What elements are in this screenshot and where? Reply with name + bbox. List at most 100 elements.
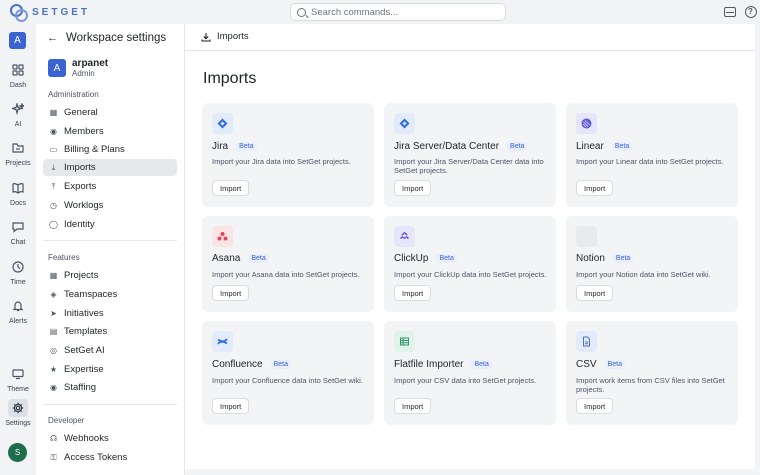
beta-badge: Beta	[507, 142, 528, 151]
search-icon	[297, 7, 306, 17]
upload-icon: ⤒	[51, 181, 56, 191]
import-button[interactable]: Import	[212, 285, 250, 301]
settings-sidebar: ← Workspace settings A arpanet Admin Adm…	[36, 24, 185, 475]
sidebar-item-templates[interactable]: ▤ Templates	[43, 323, 177, 340]
workspace-avatar[interactable]: A	[9, 32, 26, 49]
main-content: Imports Imports Jira Beta Import your Jir…	[185, 24, 755, 469]
sidebar-item-label: Access Tokens	[64, 452, 128, 463]
rail-label: Docs	[10, 200, 26, 207]
card-description: Import your Notion data into SetGet wiki…	[576, 270, 711, 279]
import-card-asana: Asana Beta Import your Asana data into Se…	[202, 216, 374, 312]
sidebar-item-label: Templates	[64, 326, 108, 337]
sidebar-item-projects[interactable]: ▦ Projects	[43, 267, 177, 284]
rail-item-time[interactable]: Time	[0, 258, 36, 286]
rail-item-chat[interactable]: Chat	[0, 218, 36, 246]
sidebar-item-staffing[interactable]: ◉ Staffing	[43, 379, 177, 396]
import-card-jira-server: Jira Server/Data Center Beta Import your …	[384, 103, 556, 207]
help-button[interactable]: ?	[744, 5, 757, 18]
workspace-info: A arpanet Admin	[48, 58, 108, 78]
rail-item-alerts[interactable]: Alerts	[0, 297, 36, 325]
card-description: Import your Confluence data into SetGet …	[212, 376, 363, 385]
ai-icon: ◎	[50, 346, 57, 355]
workspace-avatar: A	[48, 59, 66, 77]
import-button[interactable]: Import	[576, 285, 614, 301]
rail-item-settings[interactable]: Settings	[0, 399, 36, 427]
back-arrow-icon[interactable]: ←	[47, 32, 58, 44]
card-title: Flatfile Importer	[394, 359, 464, 370]
rail-label: Theme	[7, 386, 29, 393]
sidebar-item-members[interactable]: ◉ Members	[43, 123, 177, 140]
import-button[interactable]: Import	[394, 180, 432, 196]
clock-icon	[12, 261, 24, 273]
section-label-features: Features	[48, 253, 80, 262]
book-icon	[12, 183, 24, 194]
rail-item-docs[interactable]: Docs	[0, 179, 36, 207]
sidebar-item-exports[interactable]: ⤒ Exports	[43, 178, 177, 195]
sidebar-item-identity[interactable]: ◯ Identity	[43, 216, 177, 233]
rail-item-ai[interactable]: AI	[0, 100, 36, 128]
rail-item-projects[interactable]: Projects	[0, 139, 36, 167]
download-icon	[201, 32, 211, 42]
import-button[interactable]: Import	[212, 398, 250, 414]
sidebar-item-label: Imports	[64, 162, 96, 173]
card-description: Import your Asana data into SetGet proje…	[212, 270, 360, 279]
card-description: Import your Linear data into SetGet proj…	[576, 157, 724, 166]
rail-label: AI	[14, 121, 22, 128]
sidebar-item-initiatives[interactable]: ➤ Initiatives	[43, 305, 177, 322]
sidebar-item-label: Staffing	[64, 382, 97, 393]
sidebar-item-teamspaces[interactable]: ◈ Teamspaces	[43, 286, 177, 303]
card-description: Import your Jira data into SetGet projec…	[212, 157, 351, 166]
sidebar-item-label: SetGet AI	[64, 345, 105, 356]
import-button[interactable]: Import	[212, 180, 250, 196]
import-button[interactable]: Import	[576, 180, 614, 196]
sidebar-item-webhooks[interactable]: ☊ Webhooks	[43, 430, 177, 447]
page-title: Imports	[203, 70, 257, 87]
rail-item-theme[interactable]: Theme	[0, 365, 36, 393]
rail-item-dash[interactable]: Dash	[0, 61, 36, 89]
search-input[interactable]: Search commands...	[311, 7, 398, 18]
command-search[interactable]: Search commands...	[290, 3, 506, 21]
sidebar-item-setget-ai[interactable]: ◎ SetGet AI	[43, 342, 177, 359]
breadcrumb-label: Imports	[217, 31, 249, 42]
rail-label: Chat	[10, 239, 26, 246]
beta-badge: Beta	[612, 254, 634, 263]
divider	[43, 404, 177, 405]
import-button[interactable]: Import	[576, 398, 614, 414]
sidebar-item-expertise[interactable]: ★ Expertise	[43, 361, 177, 378]
beta-badge: Beta	[471, 360, 492, 369]
file-icon	[576, 331, 597, 352]
beta-badge: Beta	[611, 142, 633, 151]
breadcrumb: Imports	[201, 31, 249, 42]
sidebar-item-access-tokens[interactable]: ⚿ Access Tokens	[43, 449, 177, 466]
logo[interactable]: SETGET	[10, 4, 90, 22]
sidebar-item-billing[interactable]: ▭ Billing & Plans	[43, 141, 177, 158]
section-label-developer: Developer	[48, 416, 85, 425]
gear-icon	[12, 402, 24, 414]
workspace-name: arpanet	[72, 58, 109, 69]
sidebar-item-worklogs[interactable]: ◷ Worklogs	[43, 197, 177, 214]
asana-icon	[212, 226, 233, 247]
card-title: Jira Server/Data Center	[394, 141, 500, 152]
team-icon: ◈	[50, 290, 57, 299]
inbox-button[interactable]	[723, 5, 736, 18]
logo-icon	[10, 4, 28, 22]
sidebar-item-general[interactable]: ▦ General	[43, 104, 177, 121]
jira-server-icon	[394, 113, 415, 134]
user-avatar[interactable]: S	[8, 443, 27, 462]
sidebar-item-label: Identity	[64, 219, 95, 230]
clock-icon: ◷	[50, 201, 57, 210]
card-description: Import your ClickUp data into SetGet pro…	[394, 270, 547, 279]
divider	[43, 240, 177, 241]
sidebar-item-label: Members	[64, 126, 104, 137]
section-label-administration: Administration	[48, 90, 99, 99]
import-button[interactable]: Import	[394, 398, 432, 414]
sidebar-item-imports[interactable]: ⤓ Imports	[43, 159, 177, 176]
beta-badge: Beta	[604, 360, 625, 369]
top-bar: SETGET Search commands... ?	[0, 0, 760, 24]
sparkle-icon	[12, 103, 24, 115]
card-description: Import your CSV data into SetGet project…	[394, 376, 537, 385]
key-icon: ⚿	[50, 452, 57, 462]
inbox-icon	[723, 6, 736, 17]
import-button[interactable]: Import	[394, 285, 432, 301]
card-title: ClickUp	[394, 253, 429, 264]
